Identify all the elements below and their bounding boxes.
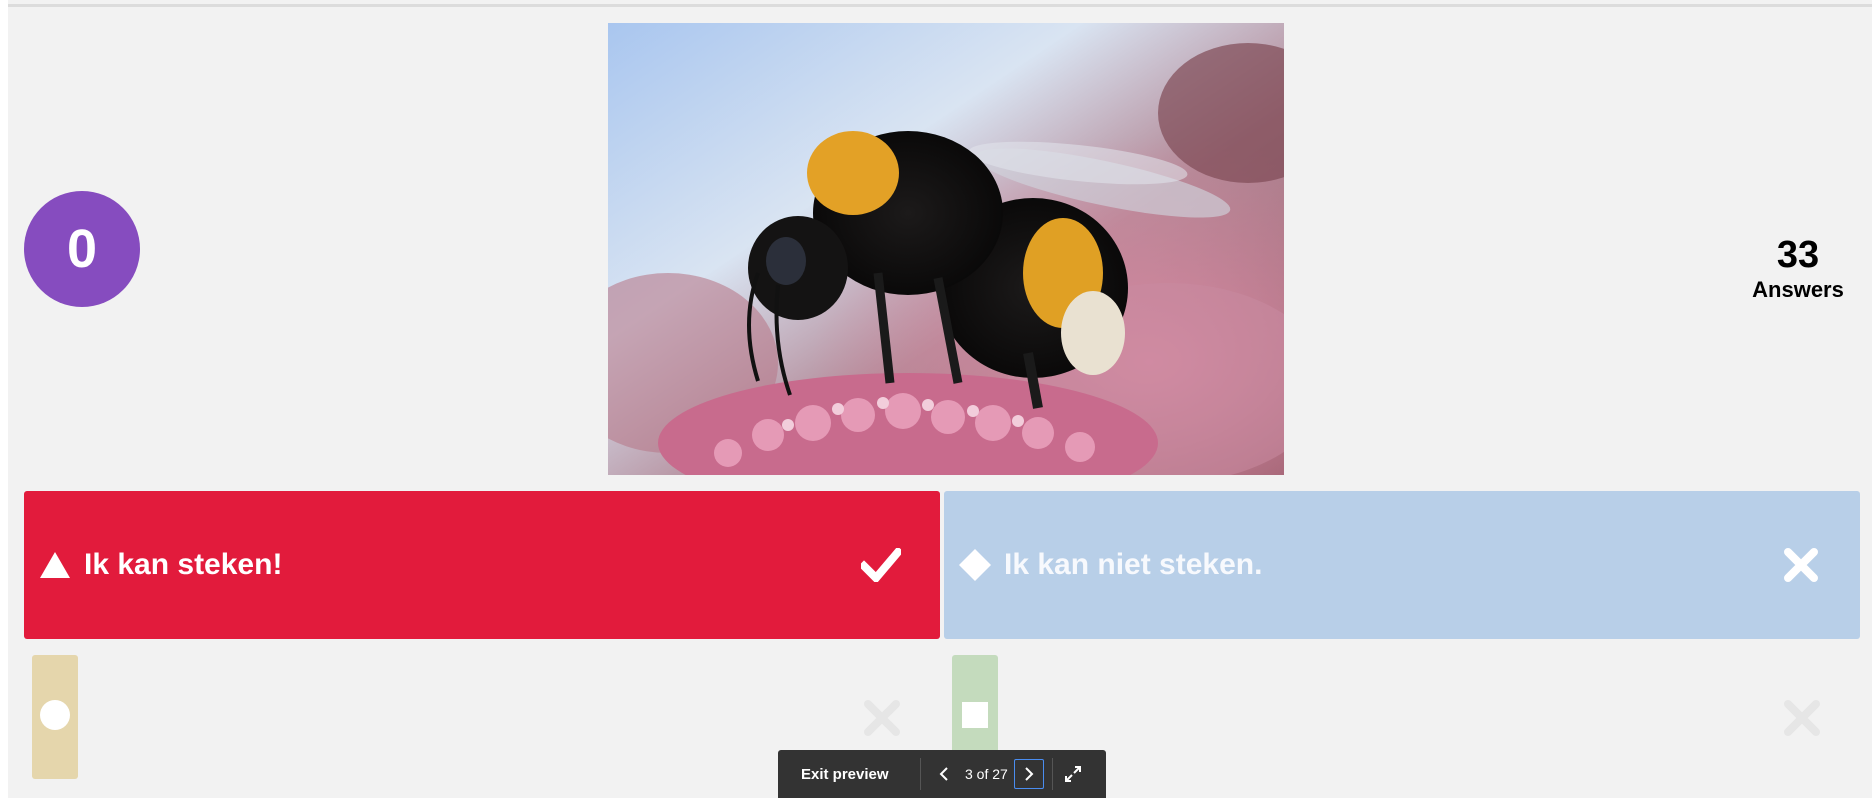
chevron-left-icon <box>939 767 948 781</box>
circle-icon <box>39 699 71 736</box>
answer-option-2-text: Ik kan niet steken. <box>1004 548 1263 581</box>
bumblebee-photo <box>608 23 1284 475</box>
previous-slide-button[interactable] <box>929 759 959 789</box>
next-slide-button[interactable] <box>1013 759 1044 789</box>
square-icon <box>961 701 989 734</box>
timer-circle: 0 <box>24 191 140 307</box>
faded-cross-icon <box>862 698 902 738</box>
left-edge <box>0 0 8 798</box>
toolbar-divider <box>920 758 921 790</box>
timer-value: 0 <box>66 219 98 279</box>
answer-option-2[interactable]: Ik kan niet steken. <box>944 491 1860 639</box>
diamond-icon <box>958 548 992 582</box>
question-image <box>608 23 1284 475</box>
answer-option-1[interactable]: Ik kan steken! <box>24 491 940 639</box>
fullscreen-button[interactable] <box>1053 756 1093 792</box>
answer-option-3[interactable] <box>32 655 78 779</box>
preview-toolbar: Exit preview 3 of 27 <box>778 750 1106 798</box>
answers-counter: 33 Answers <box>1738 233 1858 303</box>
faded-cross-icon <box>1782 698 1822 738</box>
top-divider <box>0 4 1872 7</box>
chevron-right-icon <box>1025 767 1034 781</box>
checkmark-icon <box>858 542 904 588</box>
answers-count-number: 33 <box>1776 234 1820 276</box>
cross-icon <box>1778 542 1824 588</box>
triangle-icon <box>38 548 72 582</box>
answers-count-label: Answers <box>1752 277 1844 302</box>
exit-preview-button[interactable]: Exit preview <box>778 766 920 783</box>
fullscreen-icon <box>1064 766 1081 782</box>
answer-option-1-text: Ik kan steken! <box>84 548 283 581</box>
slide-counter: 3 of 27 <box>965 766 1008 782</box>
